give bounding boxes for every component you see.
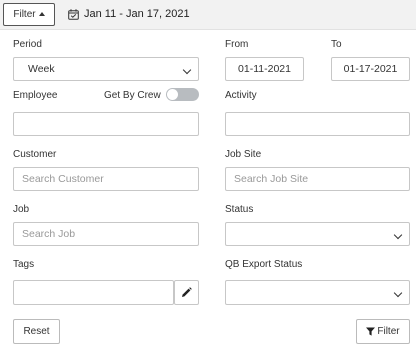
to-date-value: 01-17-2021 — [343, 63, 398, 75]
job-label: Job — [13, 204, 30, 215]
from-label: From — [225, 39, 249, 50]
reset-button-label: Reset — [23, 326, 50, 337]
job-search-input[interactable]: Search Job — [13, 222, 199, 246]
reset-button[interactable]: Reset — [13, 319, 60, 344]
pencil-icon — [182, 287, 192, 297]
qb-export-status-label: QB Export Status — [225, 259, 303, 270]
period-select[interactable]: Week — [13, 57, 199, 81]
filter-toggle-label: Filter — [13, 9, 36, 20]
period-value: Week — [28, 63, 55, 75]
job-site-label: Job Site — [225, 149, 262, 160]
date-range-text: Jan 11 - Jan 17, 2021 — [84, 8, 190, 20]
chevron-down-icon — [182, 65, 192, 75]
edit-tags-button[interactable] — [174, 280, 199, 305]
from-date-value: 01-11-2021 — [238, 63, 291, 75]
job-site-search-input[interactable]: Search Job Site — [225, 167, 410, 191]
funnel-icon — [366, 327, 376, 336]
caret-up-icon — [38, 12, 45, 16]
apply-filter-label: Filter — [377, 326, 400, 337]
filter-toggle-button[interactable]: Filter — [3, 3, 55, 26]
chevron-down-icon — [393, 288, 403, 298]
date-range-display[interactable]: Jan 11 - Jan 17, 2021 — [68, 8, 190, 20]
calendar-icon — [68, 8, 79, 20]
job-site-placeholder: Search Job Site — [234, 173, 309, 185]
qb-export-status-select[interactable] — [225, 280, 410, 305]
customer-search-input[interactable]: Search Customer — [13, 167, 199, 191]
period-label: Period — [13, 39, 42, 50]
filter-toolbar: Filter Jan 11 - Jan 17, 2021 — [0, 0, 416, 30]
employee-label: Employee — [13, 90, 58, 101]
from-date-input[interactable]: 01-11-2021 — [225, 57, 304, 81]
activity-input[interactable] — [225, 112, 410, 136]
chevron-down-icon — [393, 230, 403, 240]
job-placeholder: Search Job — [22, 228, 76, 240]
get-by-crew-toggle[interactable] — [166, 88, 199, 101]
customer-label: Customer — [13, 149, 57, 160]
activity-label: Activity — [225, 90, 257, 101]
to-date-input[interactable]: 01-17-2021 — [331, 57, 410, 81]
tags-input[interactable] — [13, 280, 174, 305]
toggle-knob — [167, 89, 178, 100]
to-label: To — [331, 39, 342, 50]
status-label: Status — [225, 204, 254, 215]
tags-label: Tags — [13, 259, 35, 270]
get-by-crew-label: Get By Crew — [104, 90, 161, 101]
status-select[interactable] — [225, 222, 410, 246]
apply-filter-button[interactable]: Filter — [356, 319, 410, 344]
employee-input[interactable] — [13, 112, 199, 136]
customer-placeholder: Search Customer — [22, 173, 104, 185]
